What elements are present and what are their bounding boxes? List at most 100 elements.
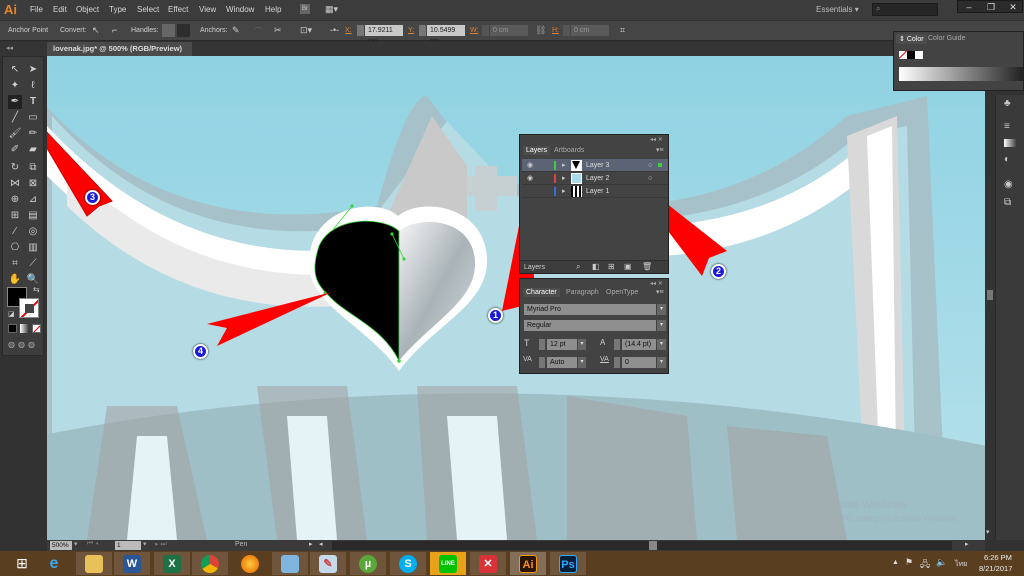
collapse-tools-icon[interactable]: ◂◂ — [3, 44, 45, 56]
tracking-stepper[interactable] — [614, 357, 620, 368]
panel-menu-icon[interactable]: ▾≡ — [656, 146, 664, 154]
artboard-tool-icon[interactable]: ⌗ — [8, 257, 22, 271]
font-size-field[interactable]: 12 pt — [547, 339, 577, 350]
menu-edit[interactable]: Edit — [53, 5, 67, 14]
locate-object-icon[interactable]: ⌕ — [576, 262, 580, 272]
close-button[interactable]: ✕ — [1002, 1, 1024, 13]
new-sublayer-icon[interactable]: ⊞ — [608, 262, 615, 271]
shape-builder-tool-icon[interactable]: ⊕ — [8, 193, 22, 207]
workspace-switcher[interactable]: Essentials ▾ — [816, 5, 859, 14]
white-swatch[interactable] — [915, 51, 923, 59]
rectangle-tool-icon[interactable]: ▭ — [26, 111, 40, 125]
direct-selection-tool-icon[interactable]: ➤ — [26, 63, 40, 77]
handle-point[interactable] — [350, 204, 354, 208]
volume-icon[interactable]: 🔈 — [936, 557, 947, 568]
clock-time[interactable]: 6:26 PM — [984, 553, 1012, 562]
transform-reference-icon[interactable]: ⊡▾ — [300, 25, 312, 36]
tab-character[interactable]: Character — [523, 288, 560, 297]
swap-fill-stroke-icon[interactable]: ⇆ — [33, 285, 40, 294]
paintbrush-tool-icon[interactable]: 🖌 — [8, 127, 22, 141]
tab-color[interactable]: ⇕ Color — [896, 34, 927, 44]
target-icon[interactable]: ○ — [648, 172, 652, 185]
visibility-eye-icon[interactable]: ◉ — [527, 172, 533, 185]
horizontal-scrollbar[interactable] — [332, 541, 952, 550]
target-icon[interactable]: ○ — [648, 159, 652, 172]
appearance-panel-icon[interactable]: ◉ — [1004, 179, 1013, 190]
y-stepper[interactable] — [419, 25, 426, 36]
clipping-mask-icon[interactable]: ◧ — [592, 262, 600, 271]
scale-tool-icon[interactable]: ⧉ — [26, 161, 40, 175]
graphic-styles-panel-icon[interactable]: ⧉ — [1004, 197, 1011, 208]
clock-date[interactable]: 8/21/2017 — [979, 564, 1012, 573]
scroll-down-icon[interactable]: ▾ — [986, 528, 990, 536]
leading-field[interactable]: (14.4 pt) — [622, 339, 656, 350]
lasso-tool-icon[interactable]: ℓ — [26, 79, 40, 93]
font-style-select[interactable]: Regular — [524, 320, 656, 331]
taskbar-excel[interactable]: X — [154, 552, 190, 575]
new-layer-icon[interactable]: ▣ — [624, 262, 632, 271]
panel-collapse-close[interactable]: ◂◂ ✕ — [650, 280, 663, 287]
taskbar-notepad[interactable] — [272, 552, 308, 575]
color-mode-button[interactable] — [8, 324, 17, 333]
gradient-panel-icon[interactable] — [1004, 139, 1016, 147]
taskbar-skype[interactable]: S — [390, 552, 426, 575]
layer-row-3[interactable]: ◉ ▸ Layer 3 ○ — [522, 159, 668, 172]
anchor-point[interactable] — [397, 359, 401, 363]
perspective-grid-tool-icon[interactable]: ⊿ — [26, 193, 40, 207]
font-size-stepper[interactable] — [539, 339, 545, 350]
width-tool-icon[interactable]: ⋈ — [8, 177, 22, 191]
horizontal-scroll-thumb[interactable] — [649, 541, 657, 550]
visibility-eye-icon[interactable]: ◉ — [527, 159, 533, 172]
mesh-tool-icon[interactable]: ⊞ — [8, 209, 22, 223]
hand-tool-icon[interactable]: ✋ — [8, 273, 22, 287]
panel-menu-icon[interactable]: ▾≡ — [656, 288, 664, 296]
eraser-tool-icon[interactable]: ▰ — [26, 143, 40, 157]
menu-type[interactable]: Type — [109, 5, 126, 14]
taskbar-firefox[interactable] — [232, 552, 268, 575]
panel-collapse-close[interactable]: ◂◂ ✕ — [650, 136, 663, 143]
hide-handles-button[interactable] — [177, 24, 190, 37]
symbol-sprayer-tool-icon[interactable]: ⎔ — [8, 241, 22, 255]
rotate-tool-icon[interactable]: ↻ — [8, 161, 22, 175]
tracking-field[interactable]: 0 — [622, 357, 656, 368]
symbols-panel-icon[interactable]: ♣ — [1004, 98, 1011, 109]
menu-view[interactable]: View — [199, 5, 216, 14]
line-tool-icon[interactable]: ╱ — [8, 111, 22, 125]
column-graph-tool-icon[interactable]: ▥ — [26, 241, 40, 255]
layer-row-2[interactable]: ◉ ▸ Layer 2 ○ — [522, 172, 668, 185]
leading-stepper[interactable] — [614, 339, 620, 350]
kerning-stepper[interactable] — [539, 357, 545, 368]
tab-layers[interactable]: Layers — [523, 146, 551, 155]
blob-brush-tool-icon[interactable]: ✐ — [8, 143, 22, 157]
slice-tool-icon[interactable]: ⟋ — [26, 257, 40, 271]
x-field[interactable]: 17.9211 cm — [365, 25, 403, 45]
magic-wand-tool-icon[interactable]: ✦ — [8, 79, 22, 93]
first-prev-artboard-icon[interactable]: ⏮ ◂ — [87, 540, 98, 548]
convert-to-smooth-icon[interactable]: ⌐ — [112, 25, 117, 35]
menu-object[interactable]: Object — [76, 5, 99, 14]
x-stepper[interactable] — [357, 25, 364, 36]
stroke-panel-icon[interactable]: ≡ — [1004, 121, 1010, 132]
next-last-artboard-icon[interactable]: ▸ ⏭ — [155, 540, 167, 549]
expand-icon[interactable]: ▸ — [562, 159, 566, 172]
tab-paragraph[interactable]: Paragraph — [566, 289, 599, 296]
selection-tool-icon[interactable]: ↖ — [8, 63, 22, 77]
none-swatch[interactable] — [899, 51, 907, 59]
language-indicator[interactable]: ไทย — [955, 559, 967, 570]
restore-button[interactable]: ❐ — [980, 1, 1002, 13]
taskbar-utorrent[interactable]: µ — [350, 552, 386, 575]
pencil-tool-icon[interactable]: ✏ — [26, 127, 40, 141]
handle-point[interactable] — [402, 257, 406, 261]
menu-select[interactable]: Select — [137, 5, 159, 14]
pen-tool-icon[interactable]: ✒ — [8, 95, 22, 109]
action-center-icon[interactable]: ⚑ — [905, 557, 913, 568]
bridge-button[interactable]: Br — [300, 4, 310, 14]
taskbar-chrome[interactable] — [192, 552, 228, 575]
font-size-dropdown-icon[interactable]: ▾ — [578, 339, 586, 350]
draw-modes-icon[interactable]: ◍◍◍ — [8, 340, 38, 349]
kerning-dropdown-icon[interactable]: ▾ — [578, 357, 586, 368]
font-style-dropdown-icon[interactable]: ▾ — [657, 320, 666, 331]
status-menu-icon[interactable]: ▸ — [309, 540, 313, 548]
taskbar-line[interactable]: LINE — [430, 552, 466, 575]
font-family-select[interactable]: Myriad Pro — [524, 304, 656, 315]
